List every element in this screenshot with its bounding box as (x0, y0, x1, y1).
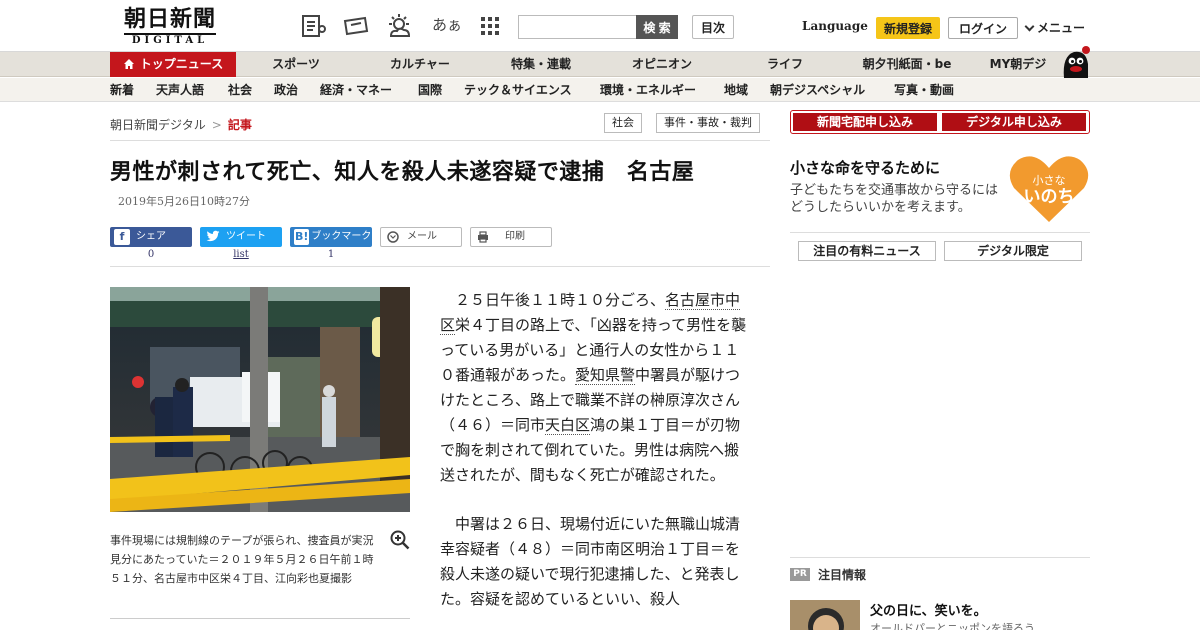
pr-subtext: オールドパーとニッポンを語ろう (870, 622, 1035, 630)
subnav-item-special[interactable]: 朝デジスペシャル (770, 78, 865, 102)
breadcrumb: 朝日新聞デジタル > 記事 (110, 116, 252, 133)
print-button[interactable]: 印刷 (470, 227, 552, 247)
heart-text-big: いのち (1024, 187, 1075, 207)
print-label: 印刷 (505, 231, 525, 242)
keyword-link-tenpaku[interactable]: 天白区 (545, 416, 591, 435)
photo-caption: 事件現場には規制線のテープが張られ、捜査員が実況見分にあたっていた＝２０１９年５… (110, 534, 374, 585)
search-input[interactable] (518, 15, 638, 39)
promo-text: 子どもたちを交通事故から守るにはどうしたらいいかを考えます。 (790, 183, 999, 215)
newspaper-subscribe-button[interactable]: 新聞宅配申し込み (793, 113, 937, 131)
category-culture[interactable]: カルチャー (378, 52, 462, 77)
zoom-in-icon[interactable] (390, 530, 410, 550)
site-header: 朝日新聞 DIGITAL あぁ 検 索 目次 Language 新規登録 ログイ… (0, 0, 1200, 52)
font-size-icon[interactable]: あぁ (432, 14, 462, 35)
pr-section-title: 注目情報 (818, 568, 867, 582)
tag-society[interactable]: 社会 (604, 113, 642, 133)
subnav-item-tensei[interactable]: 天声人語 (156, 78, 204, 102)
category-life[interactable]: ライフ (750, 52, 820, 77)
pr-badge: PR (790, 568, 810, 581)
printer-icon (477, 231, 489, 250)
subnav-item-politics[interactable]: 政治 (274, 78, 298, 102)
promo-title[interactable]: 小さな命を守るために (790, 157, 940, 178)
breadcrumb-home[interactable]: 朝日新聞デジタル (110, 118, 206, 132)
facebook-share-button[interactable]: f シェア (110, 227, 192, 247)
text-run: ２５日午後１１時１０分ごろ、 (455, 291, 666, 309)
article-timestamp: 2019年5月26日10時27分 (118, 195, 250, 208)
subnav-item-environment[interactable]: 環境・エネルギー (600, 78, 696, 102)
tag-incidents[interactable]: 事件・事故・裁判 (656, 113, 760, 133)
newspaper-icon[interactable] (300, 14, 328, 38)
digital-subscribe-button[interactable]: デジタル申し込み (942, 113, 1086, 131)
site-logo[interactable]: 朝日新聞 DIGITAL (110, 6, 230, 48)
pr-thumbnail[interactable] (790, 600, 860, 630)
category-my-asahi[interactable]: MY朝デジ (980, 52, 1056, 77)
heart-icon: 小さな いのち (1009, 156, 1089, 222)
subnav-item-photo[interactable]: 写真・動画 (894, 78, 954, 102)
hatena-icon: B! (294, 229, 310, 245)
heart-text-small: 小さな (1033, 174, 1066, 187)
search-button[interactable]: 検 索 (636, 15, 678, 39)
twitter-list-link[interactable]: list (200, 249, 282, 260)
divider (790, 557, 1090, 558)
category-nav: トップニュース スポーツ カルチャー 特集・連載 オピニオン ライフ 朝夕刊紙面… (0, 52, 1200, 77)
tweet-button[interactable]: ツイート (200, 227, 282, 247)
divider (790, 232, 1090, 233)
tab-paid-news[interactable]: 注目の有料ニュース (798, 241, 936, 261)
article-paragraph: 中署は２６日、現場付近にいた無職山城清幸容疑者（４８）＝同市南区明治１丁目＝を殺… (440, 515, 741, 608)
article-body: ２５日午後１１時１０分ごろ、名古屋市中区栄４丁目の路上で、「凶器を持って男性を襲… (440, 288, 750, 630)
subnav-item-new[interactable]: 新着 (110, 78, 134, 102)
index-button[interactable]: 目次 (692, 15, 734, 39)
bookmark-label: ブックマーク (311, 231, 372, 242)
mail-button[interactable]: メール (380, 227, 462, 247)
category-label: トップニュース (139, 57, 224, 71)
logo-main: 朝日新聞 (123, 6, 216, 32)
article-photo[interactable] (110, 287, 410, 512)
night-crime-scene-image (110, 287, 410, 512)
hatena-bookmark-button[interactable]: B! ブックマーク (290, 227, 372, 247)
category-papers[interactable]: 朝夕刊紙面・be (852, 52, 962, 77)
keyword-link-aichi-police[interactable]: 愛知県警 (575, 366, 636, 385)
logo-sub: DIGITAL (124, 33, 216, 47)
breadcrumb-current: 記事 (227, 118, 252, 132)
category-top-news[interactable]: トップニュース (110, 52, 236, 77)
pr-headline[interactable]: 父の日に、笑いを。 (870, 600, 987, 619)
weather-icon[interactable] (385, 14, 413, 38)
sub-nav: 新着 天声人語 社会 政治 経済・マネー 国際 テック＆サイエンス 環境・エネル… (0, 78, 1200, 102)
category-sports[interactable]: スポーツ (258, 52, 334, 77)
ticket-icon[interactable] (342, 14, 370, 38)
login-button[interactable]: ログイン (948, 17, 1018, 39)
facebook-count: 0 (147, 249, 155, 260)
hatena-count: 1 (327, 249, 335, 260)
menu-button[interactable]: メニュー (1024, 19, 1086, 36)
subnav-item-tech[interactable]: テック＆サイエンス (464, 78, 572, 102)
home-icon (123, 54, 135, 79)
breadcrumb-separator: > (211, 118, 222, 132)
facebook-icon: f (114, 229, 130, 245)
mail-icon (387, 231, 399, 250)
chevron-down-icon (1024, 21, 1035, 32)
grid-menu-icon[interactable] (476, 14, 504, 38)
subnav-item-society[interactable]: 社会 (228, 78, 252, 102)
subnav-item-international[interactable]: 国際 (418, 78, 442, 102)
mascot-icon[interactable] (1058, 44, 1092, 78)
divider (110, 266, 770, 267)
twitter-icon (206, 229, 220, 251)
share-label: シェア (136, 231, 166, 242)
divider (110, 618, 410, 619)
subnav-item-economy[interactable]: 経済・マネー (320, 78, 392, 102)
subnav-item-local[interactable]: 地域 (724, 78, 748, 102)
tweet-label: ツイート (226, 231, 266, 242)
category-opinion[interactable]: オピニオン (620, 52, 704, 77)
article-headline: 男性が刺されて死亡、知人を殺人未遂容疑で逮捕 名古屋 (110, 160, 695, 185)
tab-digital-only[interactable]: デジタル限定 (944, 241, 1082, 261)
category-features[interactable]: 特集・連載 (500, 52, 582, 77)
menu-label: メニュー (1037, 21, 1086, 35)
article-paragraph: ２５日午後１１時１０分ごろ、名古屋市中区栄４丁目の路上で、「凶器を持って男性を襲… (440, 288, 750, 488)
mail-label: メール (407, 231, 437, 242)
divider (110, 140, 770, 141)
register-button[interactable]: 新規登録 (876, 17, 940, 39)
language-link[interactable]: Language (802, 19, 868, 33)
chiisana-inochi-logo[interactable]: 小さな いのち (1008, 154, 1090, 224)
person-photo (790, 600, 860, 630)
